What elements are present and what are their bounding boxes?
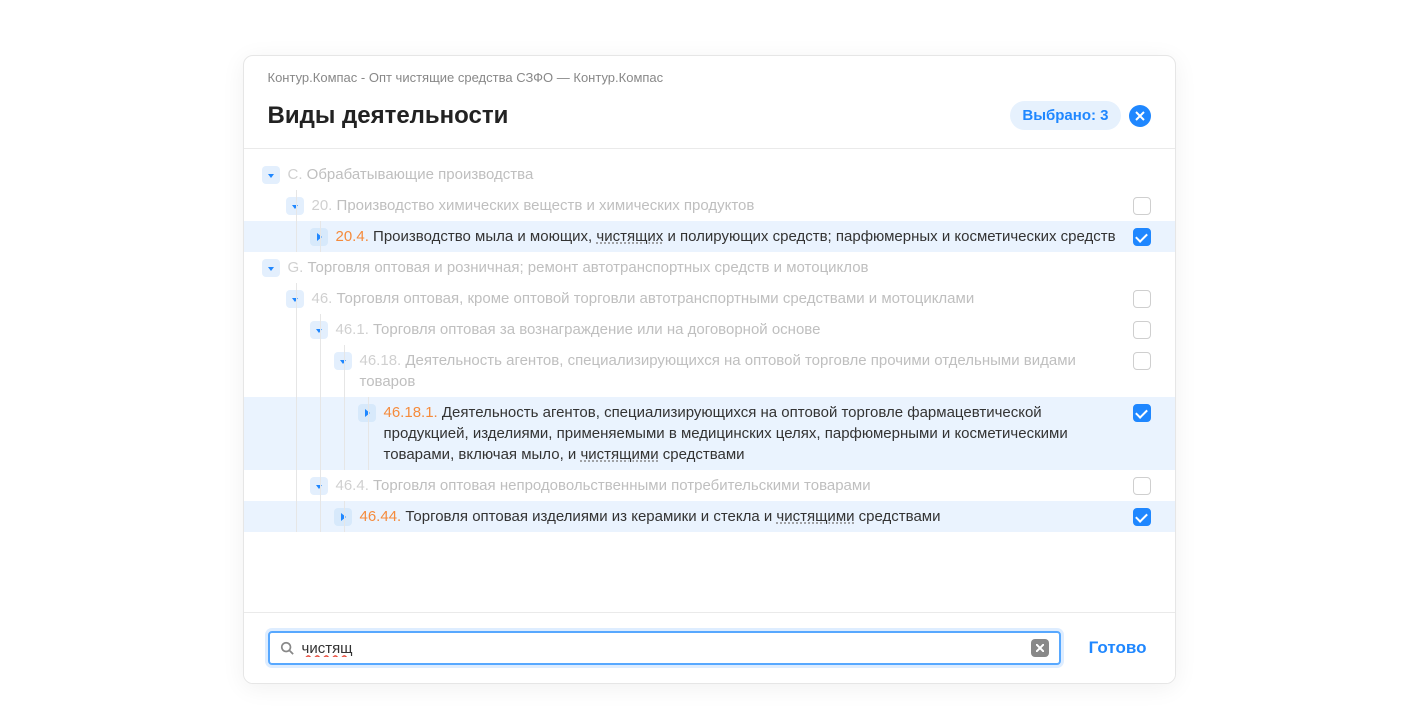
search-icon bbox=[280, 641, 294, 655]
node-label: Торговля оптовая и розничная; ремонт авт… bbox=[308, 259, 869, 276]
node-label: Деятельность агентов, специализирующихся… bbox=[384, 404, 1068, 463]
tree-node-46-18[interactable]: 46.18. Деятельность агентов, специализир… bbox=[244, 345, 1175, 397]
node-label: Обрабатывающие производства bbox=[307, 166, 534, 183]
collapse-icon[interactable] bbox=[334, 352, 352, 370]
collapse-icon[interactable] bbox=[310, 321, 328, 339]
node-code: 20.4. bbox=[336, 228, 369, 245]
dialog-header: Контур.Компас - Опт чистящие средства СЗ… bbox=[244, 56, 1175, 149]
activity-tree: C. Обрабатывающие производства 20. Произ… bbox=[244, 149, 1175, 612]
tree-node-20-4[interactable]: 20.4. Производство мыла и моющих, чистящ… bbox=[244, 221, 1175, 252]
selection-summary: Выбрано: 3 bbox=[1010, 101, 1150, 130]
node-label: Торговля оптовая за вознаграждение или н… bbox=[373, 321, 820, 338]
collapse-icon[interactable] bbox=[262, 259, 280, 277]
node-code: 46.1. bbox=[336, 321, 369, 338]
activity-types-dialog: Контур.Компас - Опт чистящие средства СЗ… bbox=[243, 55, 1176, 684]
node-checkbox[interactable] bbox=[1133, 228, 1151, 246]
tree-node-46-1[interactable]: 46.1. Торговля оптовая за вознаграждение… bbox=[244, 314, 1175, 345]
tree-node-46[interactable]: 46. Торговля оптовая, кроме оптовой торг… bbox=[244, 283, 1175, 314]
collapse-icon[interactable] bbox=[262, 166, 280, 184]
collapse-icon[interactable] bbox=[286, 197, 304, 215]
clear-search-button[interactable] bbox=[1031, 639, 1049, 657]
node-label: Производство мыла и моющих, чистящих и п… bbox=[373, 228, 1116, 245]
clear-selection-button[interactable] bbox=[1129, 105, 1151, 127]
node-code: C. bbox=[288, 166, 303, 183]
node-checkbox[interactable] bbox=[1133, 508, 1151, 526]
node-code: 46.18. bbox=[360, 352, 402, 369]
node-label: Торговля оптовая, кроме оптовой торговли… bbox=[337, 290, 975, 307]
node-label: Торговля оптовая изделиями из керамики и… bbox=[405, 508, 940, 525]
done-button[interactable]: Готово bbox=[1085, 632, 1151, 664]
node-code: 46. bbox=[312, 290, 333, 307]
node-code: 20. bbox=[312, 197, 333, 214]
expand-icon[interactable] bbox=[310, 228, 328, 246]
node-code: 46.4. bbox=[336, 477, 369, 494]
node-code: G. bbox=[288, 259, 304, 276]
tree-node-20[interactable]: 20. Производство химических веществ и хи… bbox=[244, 190, 1175, 221]
tree-node-G[interactable]: G. Торговля оптовая и розничная; ремонт … bbox=[244, 252, 1175, 283]
close-icon bbox=[1036, 644, 1044, 652]
node-checkbox[interactable] bbox=[1133, 321, 1151, 339]
tree-node-46-44[interactable]: 46.44. Торговля оптовая изделиями из кер… bbox=[244, 501, 1175, 532]
tree-node-46-4[interactable]: 46.4. Торговля оптовая непродовольственн… bbox=[244, 470, 1175, 501]
tree-node-C[interactable]: C. Обрабатывающие производства bbox=[244, 159, 1175, 190]
node-checkbox[interactable] bbox=[1133, 477, 1151, 495]
expand-icon[interactable] bbox=[334, 508, 352, 526]
node-checkbox[interactable] bbox=[1133, 290, 1151, 308]
node-checkbox[interactable] bbox=[1133, 197, 1151, 215]
node-checkbox[interactable] bbox=[1133, 404, 1151, 422]
window-title: Контур.Компас - Опт чистящие средства СЗ… bbox=[268, 70, 1151, 85]
search-input[interactable] bbox=[302, 640, 1023, 657]
expand-icon[interactable] bbox=[358, 404, 376, 422]
node-label: Торговля оптовая непродовольственными по… bbox=[373, 477, 871, 494]
page-title: Виды деятельности bbox=[268, 102, 509, 130]
collapse-icon[interactable] bbox=[310, 477, 328, 495]
collapse-icon[interactable] bbox=[286, 290, 304, 308]
selected-count-badge[interactable]: Выбрано: 3 bbox=[1010, 101, 1120, 130]
search-field-wrapper[interactable] bbox=[268, 631, 1061, 665]
dialog-footer: Готово bbox=[244, 612, 1175, 683]
node-label: Производство химических веществ и химиче… bbox=[337, 197, 755, 214]
close-icon bbox=[1135, 111, 1145, 121]
node-code: 46.18.1. bbox=[384, 404, 438, 421]
node-code: 46.44. bbox=[360, 508, 402, 525]
node-checkbox[interactable] bbox=[1133, 352, 1151, 370]
tree-node-46-18-1[interactable]: 46.18.1. Деятельность агентов, специализ… bbox=[244, 397, 1175, 470]
node-label: Деятельность агентов, специализирующихся… bbox=[360, 352, 1076, 390]
